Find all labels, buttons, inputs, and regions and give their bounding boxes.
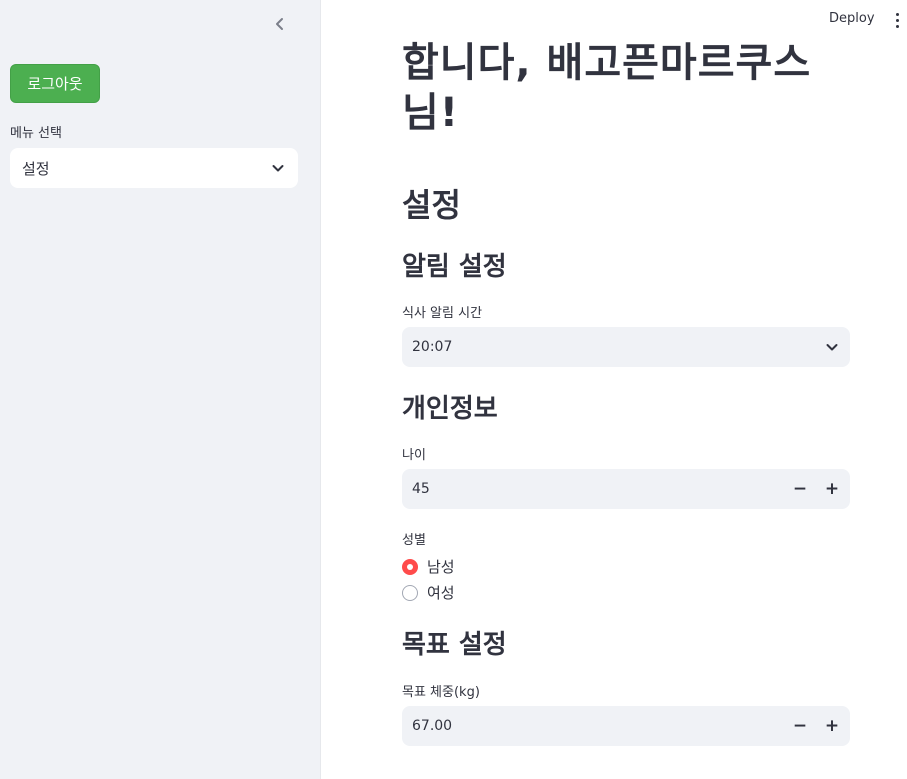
- age-value[interactable]: 45: [412, 481, 784, 497]
- chevron-down-icon: [826, 344, 838, 351]
- page-title: 설정: [402, 186, 461, 224]
- collapse-sidebar-button[interactable]: [270, 14, 290, 34]
- main-menu-button[interactable]: [890, 10, 904, 30]
- age-label: 나이: [402, 448, 426, 463]
- radio-checked-icon[interactable]: [402, 558, 418, 575]
- meal-time-label: 식사 알림 시간: [402, 306, 483, 321]
- target-weight-value[interactable]: 67.00: [412, 718, 784, 734]
- personal-info-heading: 개인정보: [402, 394, 498, 424]
- weight-increment-button[interactable]: +: [816, 706, 848, 746]
- weight-decrement-button[interactable]: −: [784, 706, 816, 746]
- notification-heading: 알림 설정: [402, 252, 507, 282]
- radio-unchecked-icon[interactable]: [402, 584, 418, 601]
- age-decrement-button[interactable]: −: [784, 469, 816, 509]
- gender-option-label: 여성: [427, 584, 455, 602]
- goal-heading: 목표 설정: [402, 630, 507, 660]
- meal-time-select[interactable]: 20:07: [402, 327, 850, 367]
- gender-label: 성별: [402, 533, 426, 548]
- kebab-dot-icon: [895, 18, 899, 22]
- kebab-dot-icon: [895, 12, 899, 16]
- menu-select-label: 메뉴 선택: [10, 126, 62, 141]
- gender-option-male[interactable]: 남성: [402, 556, 455, 577]
- gender-option-female[interactable]: 여성: [402, 582, 455, 603]
- target-weight-number-input[interactable]: 67.00 − +: [402, 706, 850, 746]
- age-increment-button[interactable]: +: [816, 469, 848, 509]
- kebab-dot-icon: [895, 24, 899, 28]
- chevron-left-icon: [276, 18, 283, 30]
- menu-select[interactable]: 설정: [10, 148, 298, 188]
- meal-time-value: 20:07: [412, 339, 453, 355]
- logout-button[interactable]: 로그아웃: [10, 64, 100, 103]
- chevron-down-icon: [272, 165, 284, 172]
- deploy-button[interactable]: Deploy: [829, 11, 875, 26]
- greeting-title: 합니다, 배고픈마르쿠스님!: [402, 40, 812, 136]
- gender-option-label: 남성: [427, 558, 455, 576]
- target-weight-label: 목표 체중(kg): [402, 685, 480, 700]
- menu-select-value: 설정: [22, 159, 50, 178]
- age-number-input[interactable]: 45 − +: [402, 469, 850, 509]
- sidebar: 로그아웃 메뉴 선택 설정: [0, 0, 321, 779]
